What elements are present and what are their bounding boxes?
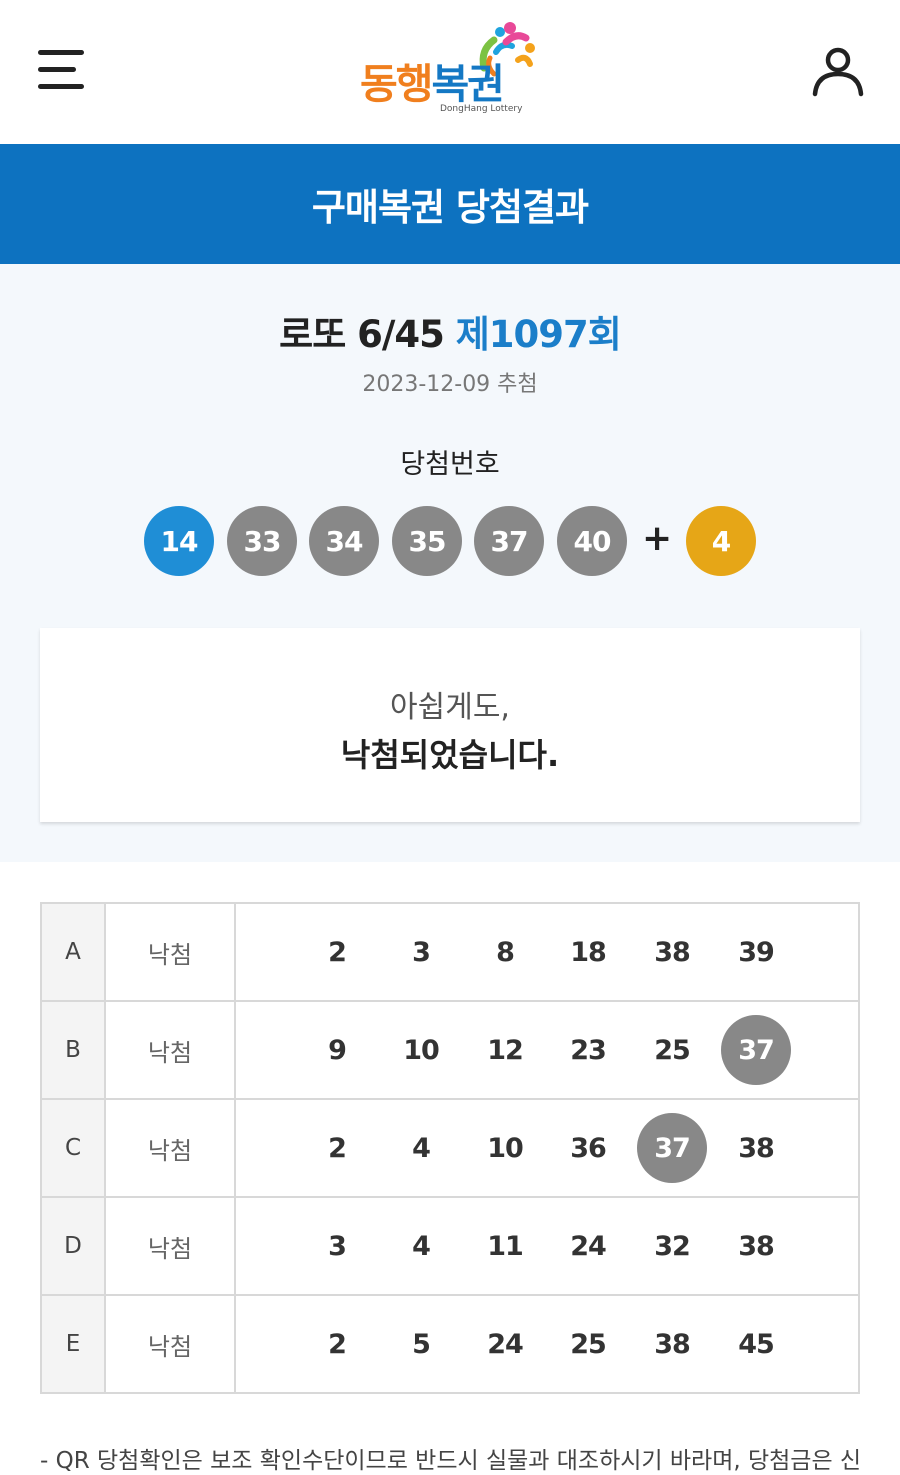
draw-result-section: 로또 6/45 제1097회 2023-12-09 추첨 당첨번호 14 33 … bbox=[0, 264, 900, 862]
ticket-number: 32 bbox=[654, 1230, 691, 1262]
ticket-number: 2 bbox=[328, 1328, 347, 1360]
winning-numbers: 14 33 34 35 37 40 + 4 bbox=[0, 506, 900, 576]
ticket-number: 4 bbox=[412, 1230, 431, 1262]
ticket-number: 9 bbox=[328, 1034, 347, 1066]
game-name: 로또 6/45 bbox=[279, 313, 445, 356]
ticket-numbers: 2 5 24 25 38 45 bbox=[234, 1294, 860, 1394]
winning-ball: 40 bbox=[557, 506, 627, 576]
ticket-row: A 낙첨 2 3 8 18 38 39 bbox=[40, 902, 860, 1002]
qr-notice-text: - QR 당첨확인은 보조 확인수단이므로 반드시 실물과 대조하시기 바라며,… bbox=[40, 1448, 860, 1474]
ticket-number: 10 bbox=[403, 1034, 440, 1066]
ticket-row: C 낙첨 2 4 10 36 37 38 bbox=[40, 1098, 860, 1198]
result-message-line2: 낙첨되었습니다. bbox=[340, 736, 560, 774]
ticket-slot: B bbox=[40, 1000, 106, 1100]
ticket-number: 24 bbox=[487, 1328, 524, 1360]
top-header: 동행복권 DongHang Lottery bbox=[0, 0, 900, 144]
ticket-slot: C bbox=[40, 1098, 106, 1198]
ticket-row: D 낙첨 3 4 11 24 32 38 bbox=[40, 1196, 860, 1296]
ticket-number: 2 bbox=[328, 1132, 347, 1164]
ticket-number: 24 bbox=[570, 1230, 607, 1262]
page-title: 구매복권 당첨결과 bbox=[311, 186, 589, 229]
ticket-number: 8 bbox=[496, 936, 515, 968]
ticket-number: 2 bbox=[328, 936, 347, 968]
result-message-line1: 아쉽게도, bbox=[390, 690, 510, 725]
ticket-numbers: 9 10 12 23 25 37 bbox=[234, 1000, 860, 1100]
ticket-number: 3 bbox=[328, 1230, 347, 1262]
bonus-ball: 4 bbox=[686, 506, 756, 576]
winning-ball: 35 bbox=[392, 506, 462, 576]
ticket-table: A 낙첨 2 3 8 18 38 39 B 낙첨 9 10 12 23 25 3… bbox=[40, 902, 860, 1394]
ticket-number: 25 bbox=[654, 1034, 691, 1066]
ticket-number: 12 bbox=[487, 1034, 524, 1066]
ticket-status: 낙첨 bbox=[104, 1098, 236, 1198]
draw-title: 로또 6/45 제1097회 bbox=[0, 304, 900, 358]
ticket-number: 38 bbox=[654, 1328, 691, 1360]
ticket-number: 11 bbox=[487, 1230, 524, 1262]
hamburger-menu-icon[interactable] bbox=[38, 50, 86, 92]
matched-number: 37 bbox=[637, 1113, 707, 1183]
ticket-row: E 낙첨 2 5 24 25 38 45 bbox=[40, 1294, 860, 1394]
ticket-number: 45 bbox=[738, 1328, 775, 1360]
winning-ball: 14 bbox=[144, 506, 214, 576]
ticket-status: 낙첨 bbox=[104, 1000, 236, 1100]
winning-ball: 37 bbox=[474, 506, 544, 576]
donghang-logo[interactable]: 동행복권 DongHang Lottery bbox=[360, 20, 545, 120]
ticket-number: 3 bbox=[412, 936, 431, 968]
ticket-status: 낙첨 bbox=[104, 902, 236, 1002]
ticket-number: 39 bbox=[738, 936, 775, 968]
draw-date: 2023-12-09 추첨 bbox=[362, 372, 538, 397]
page-title-bar: 구매복권 당첨결과 bbox=[0, 144, 900, 264]
winning-numbers-label: 당첨번호 bbox=[400, 449, 500, 480]
ticket-slot: E bbox=[40, 1294, 106, 1394]
ticket-number: 4 bbox=[412, 1132, 431, 1164]
logo-wordmark: 동행복권 bbox=[360, 60, 505, 108]
ticket-numbers: 2 3 8 18 38 39 bbox=[234, 902, 860, 1002]
ticket-number: 38 bbox=[738, 1230, 775, 1262]
draw-round: 제1097회 bbox=[455, 313, 622, 356]
ticket-numbers: 2 4 10 36 37 38 bbox=[234, 1098, 860, 1198]
ticket-number: 23 bbox=[570, 1034, 607, 1066]
ticket-number: 36 bbox=[570, 1132, 607, 1164]
ticket-slot: D bbox=[40, 1196, 106, 1296]
ticket-number: 5 bbox=[412, 1328, 431, 1360]
ticket-slot: A bbox=[40, 902, 106, 1002]
ticket-status: 낙첨 bbox=[104, 1294, 236, 1394]
ticket-number: 38 bbox=[738, 1132, 775, 1164]
ticket-numbers: 3 4 11 24 32 38 bbox=[234, 1196, 860, 1296]
ticket-number: 10 bbox=[487, 1132, 524, 1164]
matched-number: 37 bbox=[721, 1015, 791, 1085]
ticket-number: 38 bbox=[654, 936, 691, 968]
winning-ball: 34 bbox=[309, 506, 379, 576]
ticket-number: 25 bbox=[570, 1328, 607, 1360]
winning-ball: 33 bbox=[227, 506, 297, 576]
plus-sign: + bbox=[642, 518, 673, 559]
result-message-card: 아쉽게도, 낙첨되었습니다. bbox=[40, 628, 860, 822]
user-icon[interactable] bbox=[810, 44, 866, 100]
logo-subtext: DongHang Lottery bbox=[440, 104, 523, 114]
ticket-number: 18 bbox=[570, 936, 607, 968]
ticket-status: 낙첨 bbox=[104, 1196, 236, 1296]
ticket-row: B 낙첨 9 10 12 23 25 37 bbox=[40, 1000, 860, 1100]
